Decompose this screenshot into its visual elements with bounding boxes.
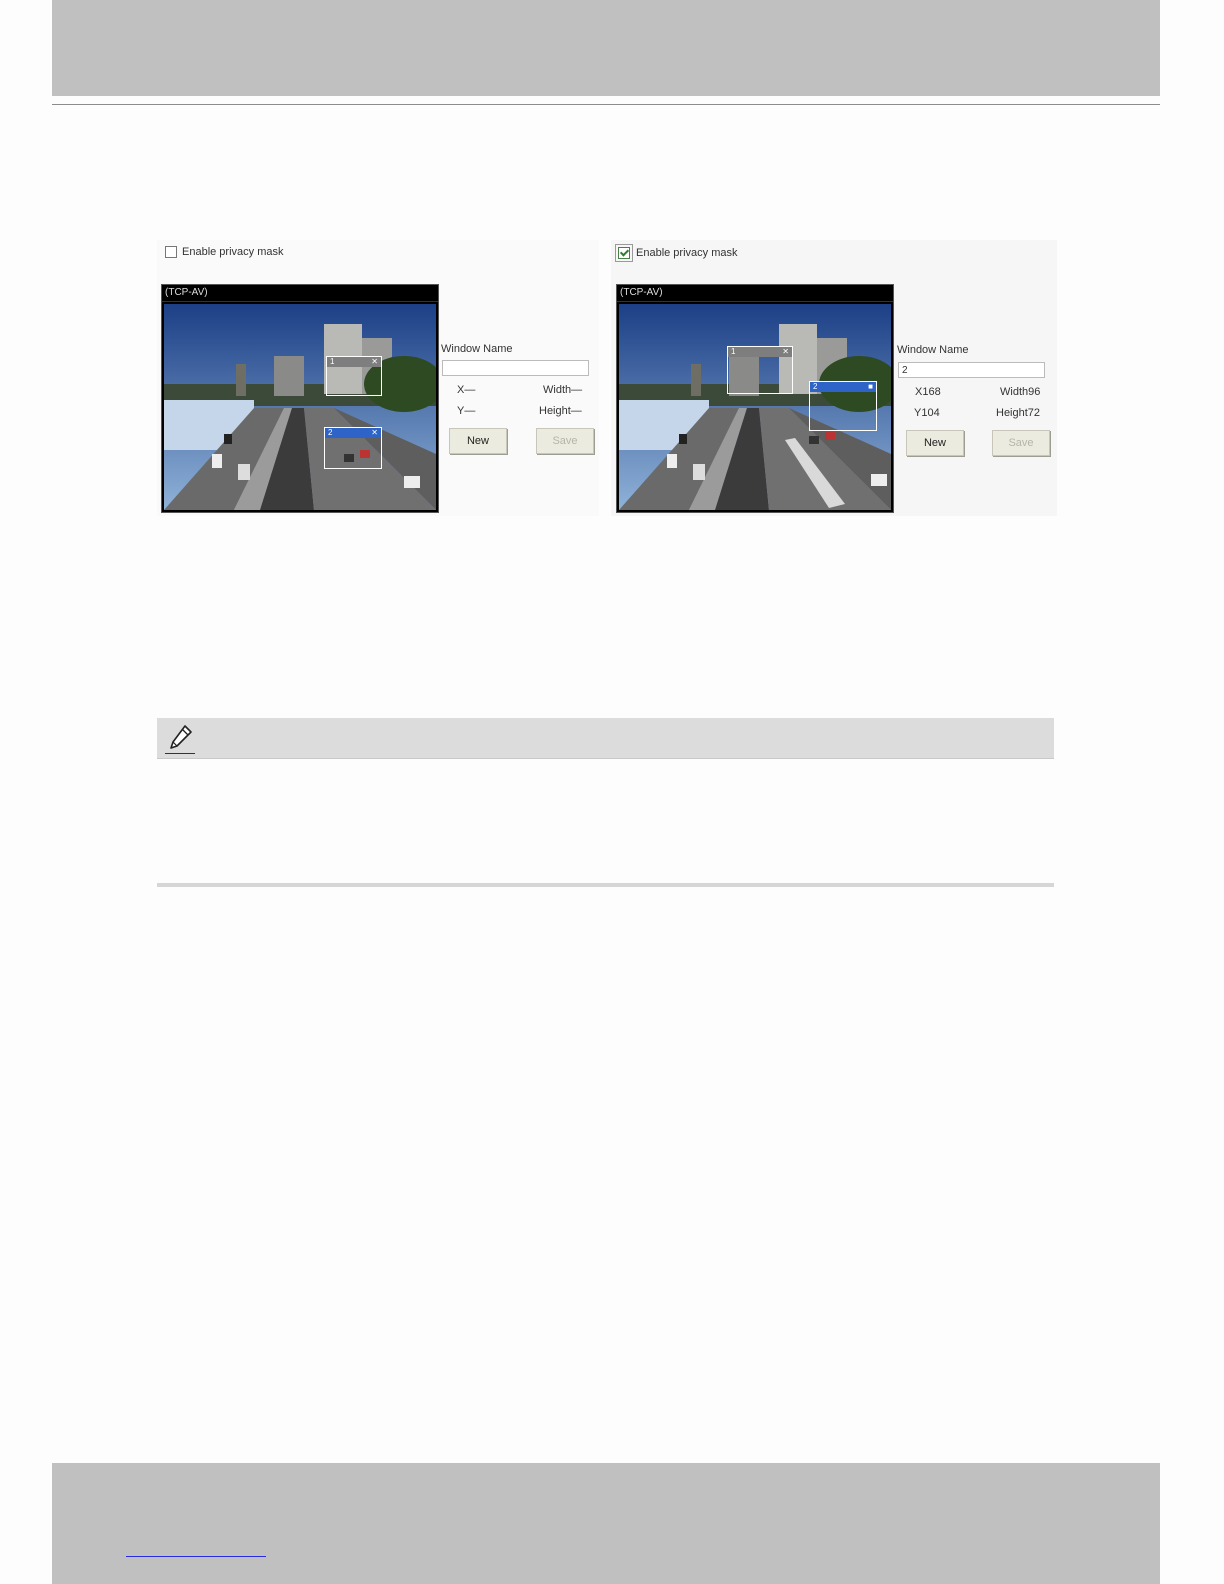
stream-label: (TCP-AV): [162, 285, 438, 302]
mask-2-titlebar[interactable]: 2 ■: [810, 382, 876, 392]
page-footer-band: [52, 1463, 1160, 1584]
mask-2-titlebar[interactable]: 2 ✕: [325, 428, 381, 438]
footer-link[interactable]: [126, 1556, 266, 1557]
mask-1-title: 1: [731, 347, 736, 356]
section-divider: [157, 883, 1054, 887]
enable-privacy-mask-label: Enable privacy mask: [636, 247, 738, 259]
enable-privacy-mask-row[interactable]: Enable privacy mask: [165, 246, 284, 258]
stream-label: (TCP-AV): [617, 285, 893, 302]
new-button[interactable]: New: [449, 428, 507, 454]
y-value: Y104: [914, 407, 940, 419]
window-name-field[interactable]: 2: [898, 362, 1045, 378]
enable-privacy-mask-row[interactable]: Enable privacy mask: [615, 244, 738, 262]
height-value: Height72: [996, 407, 1041, 419]
enable-privacy-mask-checkbox[interactable]: [618, 247, 630, 259]
close-icon[interactable]: ■: [868, 382, 873, 392]
height-value: Height—: [539, 405, 582, 417]
close-icon[interactable]: ✕: [782, 347, 789, 357]
mask-1-titlebar[interactable]: 1 ✕: [728, 347, 792, 357]
width-value: Width96: [1000, 386, 1041, 398]
privacy-mask-panel-after: Enable privacy mask (TCP-AV) 1 ✕ 2 ■ Win…: [611, 240, 1057, 516]
close-icon[interactable]: ✕: [371, 428, 378, 438]
y-value: Y—: [457, 405, 476, 417]
new-button[interactable]: New: [906, 430, 964, 456]
width-value: Width—: [543, 384, 583, 396]
enable-privacy-mask-checkbox[interactable]: [165, 246, 177, 258]
video-view[interactable]: (TCP-AV): [161, 284, 439, 513]
enable-privacy-mask-checkbox-focus[interactable]: [615, 244, 633, 262]
privacy-mask-panel-before: Enable privacy mask (TCP-AV) 1 ✕ 2 ✕ Win…: [157, 240, 599, 516]
pencil-icon: [170, 725, 192, 749]
window-name-label: Window Name: [441, 343, 513, 355]
close-icon[interactable]: ✕: [371, 357, 378, 367]
note-bar: [157, 718, 1054, 759]
mask-2-title: 2: [813, 382, 818, 391]
mask-2-title: 2: [328, 428, 333, 437]
x-value: X—: [457, 384, 476, 396]
privacy-mask-window-1[interactable]: 1 ✕: [727, 346, 793, 394]
enable-privacy-mask-label: Enable privacy mask: [182, 246, 284, 258]
camera-scene-image: [164, 304, 436, 510]
page-header-band: [52, 0, 1160, 96]
window-name-field[interactable]: [442, 360, 589, 376]
x-value: X168: [915, 386, 941, 398]
save-button[interactable]: Save: [992, 430, 1050, 456]
window-name-label: Window Name: [897, 344, 969, 356]
pencil-underline: [165, 753, 195, 754]
mask-1-title: 1: [330, 357, 335, 366]
privacy-mask-window-2[interactable]: 2 ✕: [324, 427, 382, 469]
header-divider: [52, 104, 1160, 105]
mask-1-titlebar[interactable]: 1 ✕: [327, 357, 381, 367]
save-button[interactable]: Save: [536, 428, 594, 454]
privacy-mask-window-2[interactable]: 2 ■: [809, 381, 877, 431]
privacy-mask-window-1[interactable]: 1 ✕: [326, 356, 382, 396]
video-view[interactable]: (TCP-AV): [616, 284, 894, 513]
